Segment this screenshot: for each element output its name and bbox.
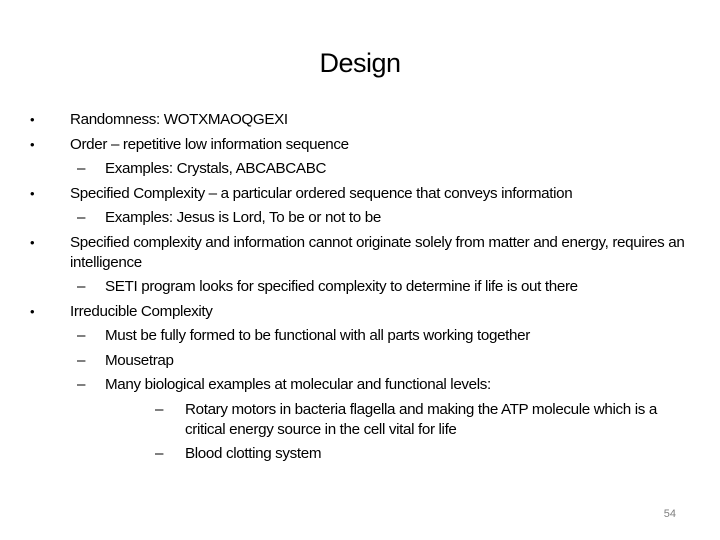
sub-bullet-item: – Examples: Jesus is Lord, To be or not t… (30, 208, 700, 228)
sub-bullet-item: – Many biological examples at molecular a… (30, 375, 700, 395)
sub-bullet-item: – Mousetrap (30, 351, 700, 371)
bullet-text: Mousetrap (105, 351, 174, 369)
bullet-text: Rotary motors in bacteria flagella and m… (185, 400, 657, 438)
dash-icon: – (155, 400, 164, 418)
bullet-item: • Order – repetitive low information sequ… (30, 135, 700, 155)
dash-icon: – (77, 327, 86, 344)
sub-bullet-item: – SETI program looks for specified comple… (30, 277, 700, 297)
dash-icon: – (77, 351, 86, 369)
dash-icon: – (155, 445, 164, 462)
page-number: 54 (663, 508, 676, 520)
bullet-text: Specified Complexity – a particular orde… (70, 184, 573, 202)
dash-icon: – (77, 376, 86, 393)
bullet-text: SETI program looks for specified complex… (105, 278, 578, 295)
sub-sub-bullet-item: – Rotary motors in bacteria flagella and … (30, 400, 700, 440)
bullet-item: • Specified complexity and information ca… (30, 233, 700, 273)
slide-body: • Randomness: WOTXMAOQGEXI • Order – repet… (30, 110, 700, 464)
sub-bullet-item: – Must be fully formed to be functional w… (30, 326, 700, 346)
bullet-text: Examples: Crystals, ABCABCABC (105, 160, 327, 177)
bullet-icon: • (30, 136, 35, 152)
bullet-text: Examples: Jesus is Lord, To be or not to… (105, 209, 381, 226)
bullet-icon: • (30, 303, 35, 319)
bullet-text: Specified complexity and information can… (70, 233, 685, 271)
bullet-text: Order – repetitive low information seque… (70, 135, 349, 153)
slide: Design • Randomness: WOTXMAOQGEXI • Order … (0, 0, 720, 540)
bullet-icon: • (30, 112, 35, 127)
slide-title: Design (319, 48, 401, 78)
sub-bullet-item: – Examples: Crystals, ABCABCABC (30, 159, 700, 179)
bullet-item: • Irreducible Complexity (30, 302, 700, 322)
bullet-text: Blood clotting system (185, 445, 322, 462)
bullet-item: • Randomness: WOTXMAOQGEXI (30, 110, 700, 130)
bullet-icon: • (30, 234, 35, 250)
bullet-text: Randomness: WOTXMAOQGEXI (70, 111, 288, 128)
bullet-text: Irreducible Complexity (70, 302, 213, 320)
dash-icon: – (77, 209, 86, 226)
bullet-text: Many biological examples at molecular an… (105, 376, 491, 393)
dash-icon: – (77, 160, 86, 177)
bullet-text: Must be fully formed to be functional wi… (105, 327, 530, 344)
sub-sub-bullet-item: – Blood clotting system (30, 444, 700, 464)
bullet-item: • Specified Complexity – a particular ord… (30, 184, 700, 204)
bullet-icon: • (30, 185, 35, 201)
dash-icon: – (77, 278, 86, 295)
